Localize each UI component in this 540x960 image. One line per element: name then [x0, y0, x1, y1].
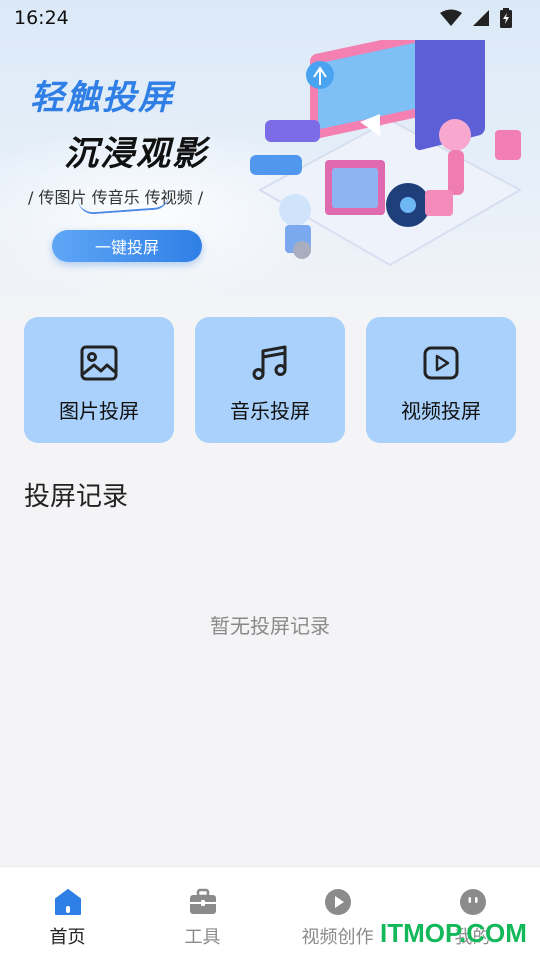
banner-headline-2: 沉浸观影	[64, 134, 208, 174]
status-time: 16:24	[14, 7, 69, 29]
wifi-icon	[440, 9, 462, 26]
play-circle-icon	[324, 889, 351, 915]
toolbox-icon	[189, 888, 216, 914]
tab-video-creation-label: 视频创作	[301, 927, 374, 947]
image-icon	[80, 345, 118, 381]
signal-icon	[473, 10, 489, 26]
profile-face-icon	[459, 889, 486, 915]
records-title: 投屏记录	[24, 481, 129, 511]
tab-home[interactable]: 首页	[0, 887, 135, 951]
music-note-icon	[252, 345, 287, 380]
image-cast-card[interactable]: 图片投屏	[24, 317, 174, 443]
music-cast-label: 音乐投屏	[230, 401, 310, 423]
tab-home-label: 首页	[49, 927, 86, 947]
status-icons	[440, 8, 512, 28]
battery-icon	[500, 8, 512, 28]
tab-tools-label: 工具	[184, 927, 221, 947]
site-watermark: ITMOP.COM	[380, 918, 527, 948]
banner-headline-1: 轻触投屏	[30, 78, 174, 118]
home-icon	[54, 889, 81, 915]
hero-banner: 16:24 轻触投屏 沉浸观影 / 传图片 传音乐 传视频 / 一键投屏	[0, 0, 540, 330]
tab-tools[interactable]: 工具	[135, 887, 270, 951]
records-empty-text: 暂无投屏记录	[210, 616, 330, 638]
video-cast-label: 视频投屏	[401, 401, 481, 423]
feature-cards: 图片投屏 音乐投屏 视频投屏	[24, 317, 516, 443]
image-cast-label: 图片投屏	[59, 401, 139, 423]
music-cast-card[interactable]: 音乐投屏	[195, 317, 345, 443]
status-bar: 16:24	[0, 0, 540, 36]
banner-illustration	[250, 40, 523, 267]
one-tap-cast-button[interactable]: 一键投屏	[52, 230, 202, 262]
video-play-icon	[423, 346, 459, 380]
video-cast-card[interactable]: 视频投屏	[366, 317, 516, 443]
